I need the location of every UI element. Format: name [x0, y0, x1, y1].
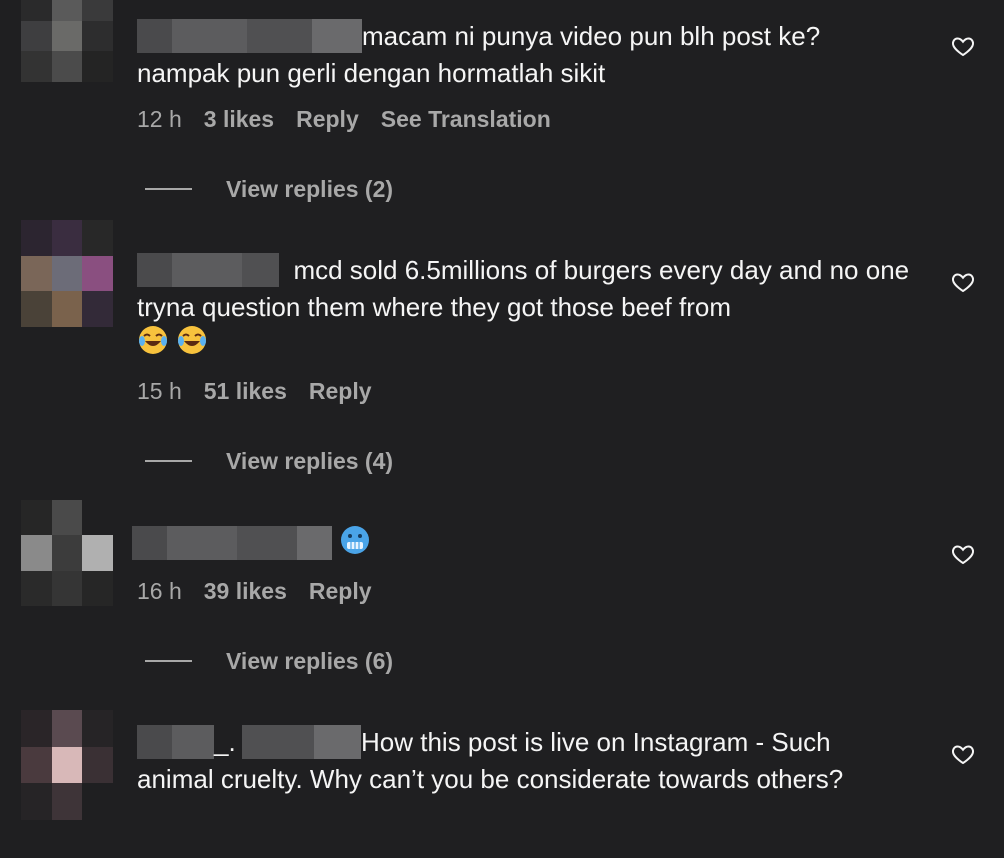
timestamp: 15 h	[137, 378, 182, 404]
heart-outline-icon[interactable]	[951, 542, 975, 566]
likes-count[interactable]: 51 likes	[204, 378, 287, 404]
comment-text: _. How this post is live on Instagram - S…	[137, 725, 844, 795]
reply-button[interactable]: Reply	[296, 106, 359, 132]
heart-outline-icon[interactable]	[951, 34, 975, 58]
timestamp: 12 h	[137, 106, 182, 132]
comment-meta: 16 h 39 likes Reply	[137, 578, 372, 605]
username-blurred[interactable]	[137, 253, 279, 288]
timestamp: 16 h	[137, 578, 182, 604]
avatar[interactable]	[21, 500, 113, 606]
username-blurred[interactable]	[137, 19, 362, 54]
laughing-crying-emoji	[176, 324, 208, 365]
likes-count[interactable]: 3 likes	[204, 106, 274, 132]
heart-outline-icon[interactable]	[951, 742, 975, 766]
see-translation-button[interactable]: See Translation	[381, 106, 551, 132]
avatar[interactable]	[21, 710, 113, 820]
reply-button[interactable]: Reply	[309, 378, 372, 404]
username-blurred[interactable]	[132, 525, 332, 560]
replies-divider-line	[145, 659, 192, 662]
view-replies-button[interactable]: View replies (4)	[145, 448, 393, 475]
comment-meta: 12 h 3 likes Reply See Translation	[137, 106, 551, 133]
username-blurred[interactable]: _.	[137, 725, 361, 760]
cold-face-emoji	[339, 524, 371, 565]
heart-outline-icon[interactable]	[951, 270, 975, 294]
view-replies-button[interactable]: View replies (2)	[145, 176, 393, 203]
laughing-crying-emoji	[137, 324, 169, 365]
comment-text	[132, 524, 914, 565]
avatar[interactable]	[21, 0, 113, 82]
comment-text: macam ni punya video pun blh post ke? na…	[137, 19, 821, 89]
comment-text: mcd sold 6.5millions of burgers every da…	[137, 252, 914, 368]
likes-count[interactable]: 39 likes	[204, 578, 287, 604]
comment-meta: 15 h 51 likes Reply	[137, 378, 372, 405]
reply-button[interactable]: Reply	[309, 578, 372, 604]
replies-divider-line	[145, 459, 192, 462]
replies-divider-line	[145, 187, 192, 190]
view-replies-button[interactable]: View replies (6)	[145, 648, 393, 675]
avatar[interactable]	[21, 220, 113, 327]
